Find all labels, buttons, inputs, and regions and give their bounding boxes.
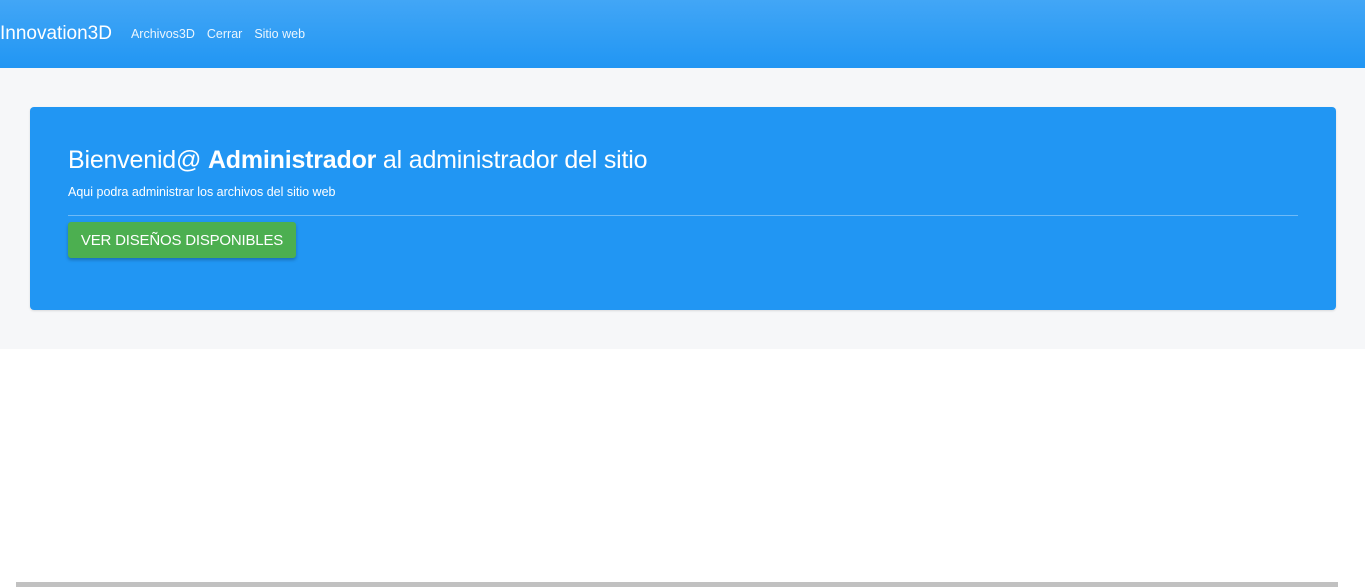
divider <box>68 215 1298 216</box>
title-suffix: al administrador del sitio <box>376 146 648 174</box>
view-designs-button[interactable]: VER DISEÑOS DISPONIBLES <box>68 222 296 258</box>
welcome-jumbotron: Bienvenid@ Administrador al administrado… <box>30 107 1336 310</box>
nav-link-sitio-web[interactable]: Sitio web <box>254 27 305 41</box>
nav-links: Archivos3D Cerrar Sitio web <box>131 27 317 41</box>
main-content: Bienvenid@ Administrador al administrado… <box>0 68 1365 349</box>
nav-link-archivos3d[interactable]: Archivos3D <box>131 27 195 41</box>
nav-link-cerrar[interactable]: Cerrar <box>207 27 242 41</box>
horizontal-scrollbar[interactable] <box>16 582 1338 587</box>
title-prefix: Bienvenid@ <box>68 146 208 174</box>
welcome-subtitle: Aqui podra administrar los archivos del … <box>68 185 336 199</box>
welcome-title: Bienvenid@ Administrador al administrado… <box>68 146 648 175</box>
brand-link[interactable]: Innovation3D <box>0 23 112 45</box>
top-navbar: Innovation3D Archivos3D Cerrar Sitio web <box>0 0 1365 68</box>
title-username: Administrador <box>207 146 377 174</box>
